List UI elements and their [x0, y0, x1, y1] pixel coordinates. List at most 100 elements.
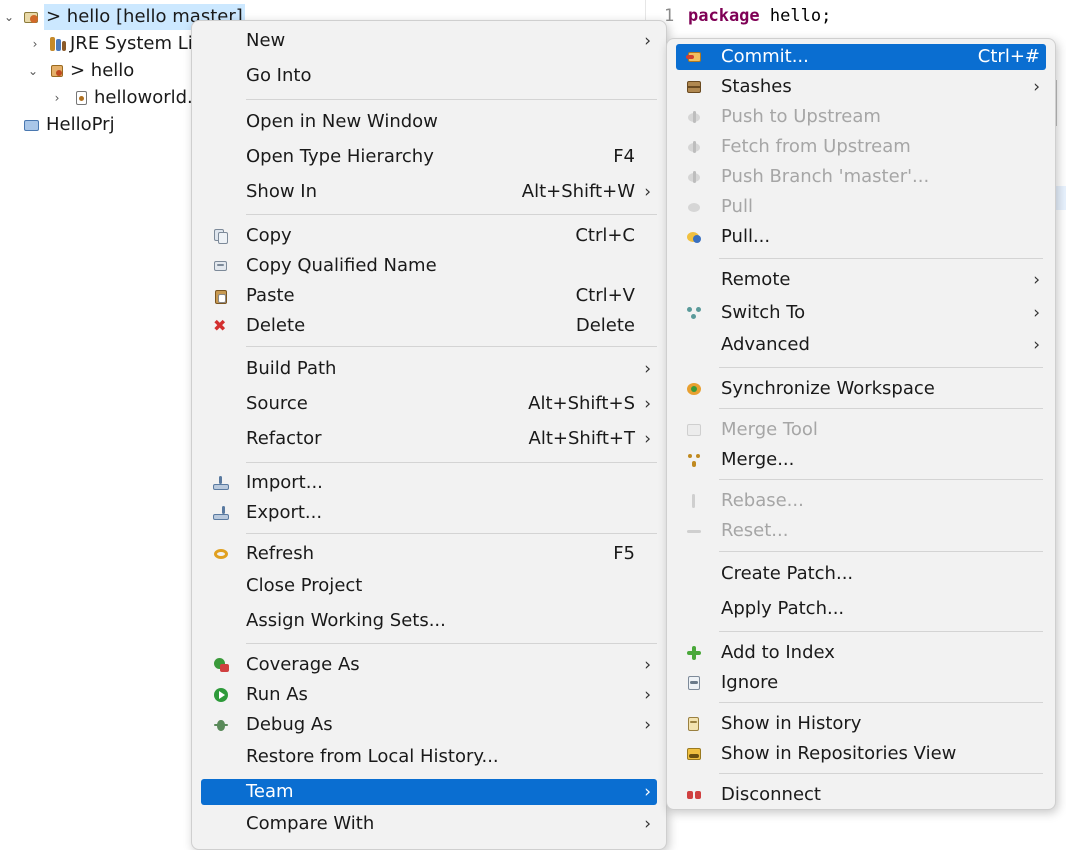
menu-item-paste[interactable]: Paste Ctrl+V	[201, 283, 657, 309]
menu-separator	[246, 643, 657, 644]
menu-item-label: Create Patch...	[721, 563, 854, 584]
menu-item-rebase[interactable]: Rebase...	[676, 488, 1046, 514]
menu-item-synchronize-workspace[interactable]: Synchronize Workspace	[676, 376, 1046, 402]
menu-item-label: Switch To	[721, 302, 806, 323]
menu-item-create-patch[interactable]: Create Patch...	[676, 561, 1046, 587]
menu-item-label: Push to Upstream	[721, 106, 881, 127]
menu-item-open-new-window[interactable]: Open in New Window	[201, 109, 657, 135]
menu-item-copy[interactable]: Copy Ctrl+C	[201, 223, 657, 249]
menu-item-push-to-upstream[interactable]: Push to Upstream	[676, 104, 1046, 130]
menu-separator	[246, 214, 657, 215]
menu-item-build-path[interactable]: Build Path ›	[201, 356, 657, 382]
collapse-arrow-icon[interactable]: ›	[28, 31, 42, 57]
menu-item-export[interactable]: Export...	[201, 500, 657, 526]
menu-separator	[719, 479, 1043, 480]
run-icon	[213, 687, 229, 703]
expand-arrow-icon[interactable]: ⌄	[2, 4, 16, 30]
shortcut-label: Alt+Shift+T	[528, 428, 635, 449]
menu-item-coverage-as[interactable]: Coverage As ›	[201, 652, 657, 678]
merge-tool-icon	[686, 422, 702, 438]
menu-item-pull-dialog[interactable]: Pull...	[676, 224, 1046, 250]
disconnect-icon	[686, 787, 702, 803]
menu-item-new[interactable]: New ›	[201, 28, 657, 54]
debug-bug-icon	[213, 717, 229, 733]
menu-item-compare-with[interactable]: Compare With ›	[201, 811, 657, 837]
menu-item-label: Delete	[246, 315, 306, 336]
team-submenu: Commit... Ctrl+# Stashes › Push to Upstr…	[666, 38, 1056, 810]
menu-item-disconnect[interactable]: Disconnect	[676, 782, 1046, 808]
menu-item-go-into[interactable]: Go Into	[201, 63, 657, 89]
expand-arrow-icon[interactable]: ⌄	[26, 58, 40, 84]
menu-item-merge-tool[interactable]: Merge Tool	[676, 417, 1046, 443]
copy-qualified-icon	[213, 258, 229, 274]
menu-item-ignore[interactable]: Ignore	[676, 670, 1046, 696]
shortcut-label: Ctrl+C	[575, 225, 635, 246]
menu-item-label: Pull	[721, 196, 753, 217]
menu-item-stashes[interactable]: Stashes ›	[676, 74, 1046, 100]
menu-item-assign-working-sets[interactable]: Assign Working Sets...	[201, 608, 657, 634]
copy-icon	[213, 228, 229, 244]
menu-item-label: Refresh	[246, 543, 314, 564]
menu-item-reset[interactable]: Reset...	[676, 518, 1046, 544]
menu-item-show-in-history[interactable]: Show in History	[676, 711, 1046, 737]
menu-item-label: Ignore	[721, 672, 779, 693]
menu-item-fetch-from-upstream[interactable]: Fetch from Upstream	[676, 134, 1046, 160]
menu-item-label: Copy Qualified Name	[246, 255, 437, 276]
menu-item-label: Add to Index	[721, 642, 835, 663]
submenu-arrow-icon: ›	[1033, 77, 1040, 97]
menu-item-advanced[interactable]: Advanced ›	[676, 332, 1046, 358]
menu-item-label: Refactor	[246, 428, 322, 449]
menu-item-restore-local-history[interactable]: Restore from Local History...	[201, 744, 657, 770]
editor-fold-marker	[1056, 80, 1066, 126]
menu-item-push-branch[interactable]: Push Branch 'master'...	[676, 164, 1046, 190]
menu-item-label: Merge...	[721, 449, 795, 470]
menu-separator	[719, 367, 1043, 368]
menu-item-commit[interactable]: Commit... Ctrl+#	[676, 44, 1046, 70]
menu-item-refactor[interactable]: Refactor Alt+Shift+T ›	[201, 426, 657, 452]
import-icon	[213, 475, 229, 491]
tree-item-label: > hello	[70, 60, 135, 81]
menu-item-show-in-repositories[interactable]: Show in Repositories View	[676, 741, 1046, 767]
shortcut-label: Alt+Shift+S	[528, 393, 635, 414]
submenu-arrow-icon: ›	[644, 359, 651, 379]
menu-item-source[interactable]: Source Alt+Shift+S ›	[201, 391, 657, 417]
menu-item-run-as[interactable]: Run As ›	[201, 682, 657, 708]
menu-item-label: Open in New Window	[246, 111, 438, 132]
menu-item-label: Coverage As	[246, 654, 360, 675]
tree-item-label: helloworld.	[94, 87, 193, 108]
menu-item-label: Import...	[246, 472, 323, 493]
menu-item-merge[interactable]: Merge...	[676, 447, 1046, 473]
menu-item-label: Assign Working Sets...	[246, 610, 446, 631]
menu-item-refresh[interactable]: Refresh F5	[201, 541, 657, 567]
menu-item-import[interactable]: Import...	[201, 470, 657, 496]
menu-separator	[246, 462, 657, 463]
menu-item-close-project[interactable]: Close Project	[201, 573, 657, 599]
menu-item-label: Run As	[246, 684, 308, 705]
menu-separator	[719, 773, 1043, 774]
menu-item-switch-to[interactable]: Switch To ›	[676, 300, 1046, 326]
shortcut-label: Delete	[575, 315, 635, 336]
submenu-arrow-icon: ›	[644, 394, 651, 414]
menu-separator	[246, 533, 657, 534]
fetch-upstream-icon	[686, 139, 702, 155]
menu-item-copy-qualified-name[interactable]: Copy Qualified Name	[201, 253, 657, 279]
collapse-arrow-icon[interactable]: ›	[50, 85, 64, 111]
menu-item-apply-patch[interactable]: Apply Patch...	[676, 596, 1046, 622]
menu-item-delete[interactable]: ✖ Delete Delete	[201, 313, 657, 339]
menu-item-label: Export...	[246, 502, 323, 523]
shortcut-label: Ctrl+#	[977, 46, 1040, 67]
shortcut-label: F4	[613, 146, 635, 167]
submenu-arrow-icon: ›	[644, 182, 651, 202]
menu-item-remote[interactable]: Remote ›	[676, 267, 1046, 293]
menu-separator	[719, 551, 1043, 552]
menu-item-team[interactable]: Team ›	[201, 779, 657, 805]
menu-item-open-type-hierarchy[interactable]: Open Type Hierarchy F4	[201, 144, 657, 170]
menu-item-show-in[interactable]: Show In Alt+Shift+W ›	[201, 179, 657, 205]
coverage-icon	[213, 657, 229, 673]
menu-item-debug-as[interactable]: Debug As ›	[201, 712, 657, 738]
shortcut-label: Ctrl+V	[575, 285, 635, 306]
menu-item-pull[interactable]: Pull	[676, 194, 1046, 220]
submenu-arrow-icon: ›	[1033, 335, 1040, 355]
submenu-arrow-icon: ›	[1033, 270, 1040, 290]
menu-item-add-to-index[interactable]: Add to Index	[676, 640, 1046, 666]
